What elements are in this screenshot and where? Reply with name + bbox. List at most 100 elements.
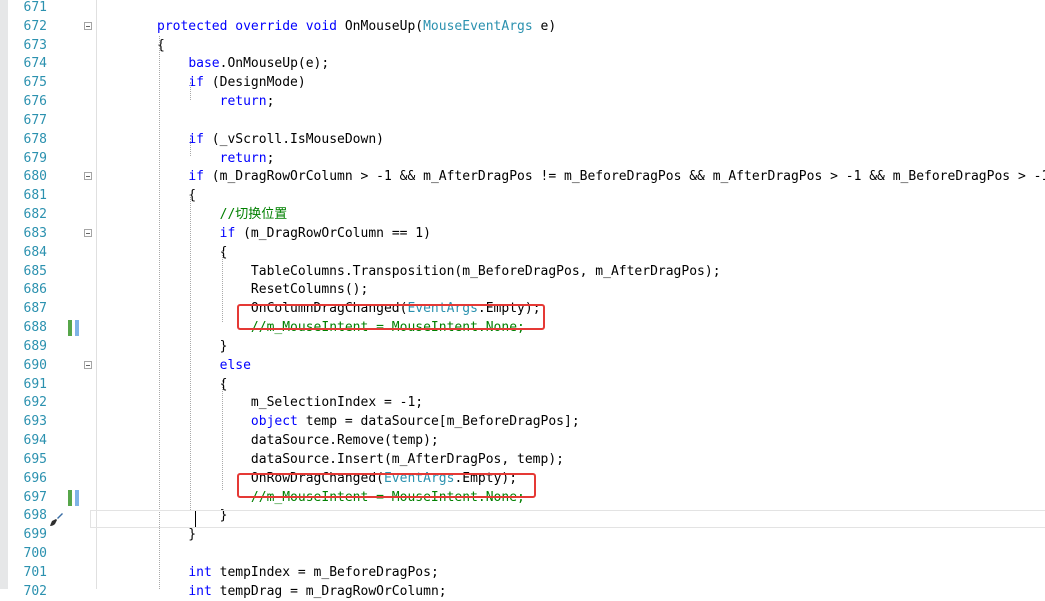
line-number: 699	[23, 527, 47, 543]
code-line-681[interactable]: 681 {	[0, 187, 1045, 205]
code-text: dataSource.Insert(m_AfterDragPos, temp);	[157, 451, 564, 469]
code-line-693[interactable]: 693 object temp = dataSource[m_BeforeDra…	[0, 413, 1045, 431]
code-token: ;	[266, 94, 275, 110]
code-token: tempIndex = m_BeforeDragPos;	[211, 564, 439, 580]
code-line-677[interactable]: 677	[0, 112, 1045, 130]
indent-guide	[190, 138, 191, 156]
line-number: 690	[23, 357, 47, 373]
code-text: int tempIndex = m_BeforeDragPos;	[157, 564, 439, 582]
line-number: 692	[23, 395, 47, 411]
line-number: 687	[23, 301, 47, 317]
keyword: base	[188, 56, 220, 72]
code-token: ResetColumns();	[157, 282, 369, 298]
indent-guide	[222, 380, 223, 490]
code-token: OnMouseUp(	[337, 18, 424, 34]
code-token: temp = dataSource[m_BeforeDragPos];	[297, 414, 580, 430]
code-line-694[interactable]: 694 dataSource.Remove(temp);	[0, 432, 1045, 450]
quick-action-brush-icon[interactable]	[48, 511, 64, 527]
code-line-673[interactable]: 673{	[0, 37, 1045, 55]
line-number: 674	[23, 56, 47, 72]
code-text: m_SelectionIndex = -1;	[157, 394, 423, 412]
code-line-675[interactable]: 675 if (DesignMode)	[0, 74, 1045, 92]
line-number: 677	[23, 112, 47, 128]
line-number: 683	[23, 225, 47, 241]
keyword: if	[188, 169, 204, 185]
line-number: 694	[23, 433, 47, 449]
code-line-692[interactable]: 692 m_SelectionIndex = -1;	[0, 394, 1045, 412]
change-marker	[68, 489, 79, 506]
line-number: 701	[23, 564, 47, 580]
comment: //切换位置	[219, 207, 288, 223]
line-number: 685	[23, 263, 47, 279]
line-number: 695	[23, 451, 47, 467]
code-text: base.OnMouseUp(e);	[157, 55, 329, 73]
code-text: return;	[157, 93, 275, 111]
line-number: 684	[23, 244, 47, 260]
line-number: 681	[23, 188, 47, 204]
code-line-682[interactable]: 682 //切换位置	[0, 206, 1045, 224]
code-token: }	[157, 527, 197, 543]
indent-guide	[159, 36, 160, 589]
line-number: 678	[23, 131, 47, 147]
keyword: int	[188, 583, 212, 599]
code-editor[interactable]: 671 672 protected override void OnMouseUp(…	[0, 0, 1045, 599]
code-line-699[interactable]: 699 }	[0, 526, 1045, 544]
code-line-690[interactable]: 690 else	[0, 357, 1045, 375]
code-token: (_vScroll.IsMouseDown)	[203, 131, 384, 147]
line-number: 671	[23, 0, 47, 15]
code-line-701[interactable]: 701 int tempIndex = m_BeforeDragPos;	[0, 564, 1045, 582]
line-number: 693	[23, 414, 47, 430]
collapse-toggle-icon[interactable]	[84, 228, 92, 237]
indent-guide	[190, 82, 191, 100]
code-line-683[interactable]: 683 if (m_DragRowOrColumn == 1)	[0, 225, 1045, 243]
line-number: 702	[23, 583, 47, 599]
code-text: }	[157, 526, 196, 544]
collapse-toggle-icon[interactable]	[84, 21, 92, 30]
code-line-700[interactable]: 700	[0, 545, 1045, 563]
code-token: e)	[532, 18, 557, 34]
code-text: //切换位置	[157, 206, 288, 224]
current-line-highlight	[90, 510, 1045, 528]
code-line-672[interactable]: 672 protected override void OnMouseUp(Mou…	[0, 18, 1045, 36]
code-text: object temp = dataSource[m_BeforeDragPos…	[157, 413, 580, 431]
code-line-702[interactable]: 702 int tempDrag = m_DragRowOrColumn;	[0, 583, 1045, 601]
change-marker	[68, 320, 79, 337]
code-token: {	[157, 244, 228, 260]
code-line-684[interactable]: 684 {	[0, 244, 1045, 262]
collapse-toggle-icon[interactable]	[84, 360, 92, 369]
code-line-679[interactable]: 679 return;	[0, 150, 1045, 168]
code-line-674[interactable]: 674 base.OnMouseUp(e);	[0, 55, 1045, 73]
code-token: dataSource.Remove(temp);	[157, 433, 439, 449]
code-text: }	[157, 338, 228, 356]
code-text: if (m_DragRowOrColumn > -1 && m_AfterDra…	[157, 168, 1045, 186]
code-token: (DesignMode)	[203, 75, 306, 91]
code-text: TableColumns.Transposition(m_BeforeDragP…	[157, 263, 721, 281]
line-number: 673	[23, 37, 47, 53]
code-line-671[interactable]: 671	[0, 0, 1045, 17]
code-line-686[interactable]: 686 ResetColumns();	[0, 281, 1045, 299]
keyword: protected override void	[157, 18, 338, 34]
line-number: 672	[23, 18, 47, 34]
code-line-676[interactable]: 676 return;	[0, 93, 1045, 111]
code-text: ResetColumns();	[157, 281, 368, 299]
code-line-689[interactable]: 689 }	[0, 338, 1045, 356]
code-line-680[interactable]: 680 if (m_DragRowOrColumn > -1 && m_Afte…	[0, 168, 1045, 186]
collapse-toggle-icon[interactable]	[84, 172, 92, 181]
type-name: MouseEventArgs	[423, 18, 533, 34]
code-text: {	[157, 376, 228, 394]
code-token: ;	[266, 150, 275, 166]
code-text: protected override void OnMouseUp(MouseE…	[157, 18, 556, 36]
indent-guide	[190, 194, 191, 510]
code-line-678[interactable]: 678 if (_vScroll.IsMouseDown)	[0, 131, 1045, 149]
code-line-691[interactable]: 691 {	[0, 376, 1045, 394]
code-line-695[interactable]: 695 dataSource.Insert(m_AfterDragPos, te…	[0, 451, 1045, 469]
line-number: 686	[23, 282, 47, 298]
code-line-685[interactable]: 685 TableColumns.Transposition(m_BeforeD…	[0, 263, 1045, 281]
line-number: 688	[23, 320, 47, 336]
